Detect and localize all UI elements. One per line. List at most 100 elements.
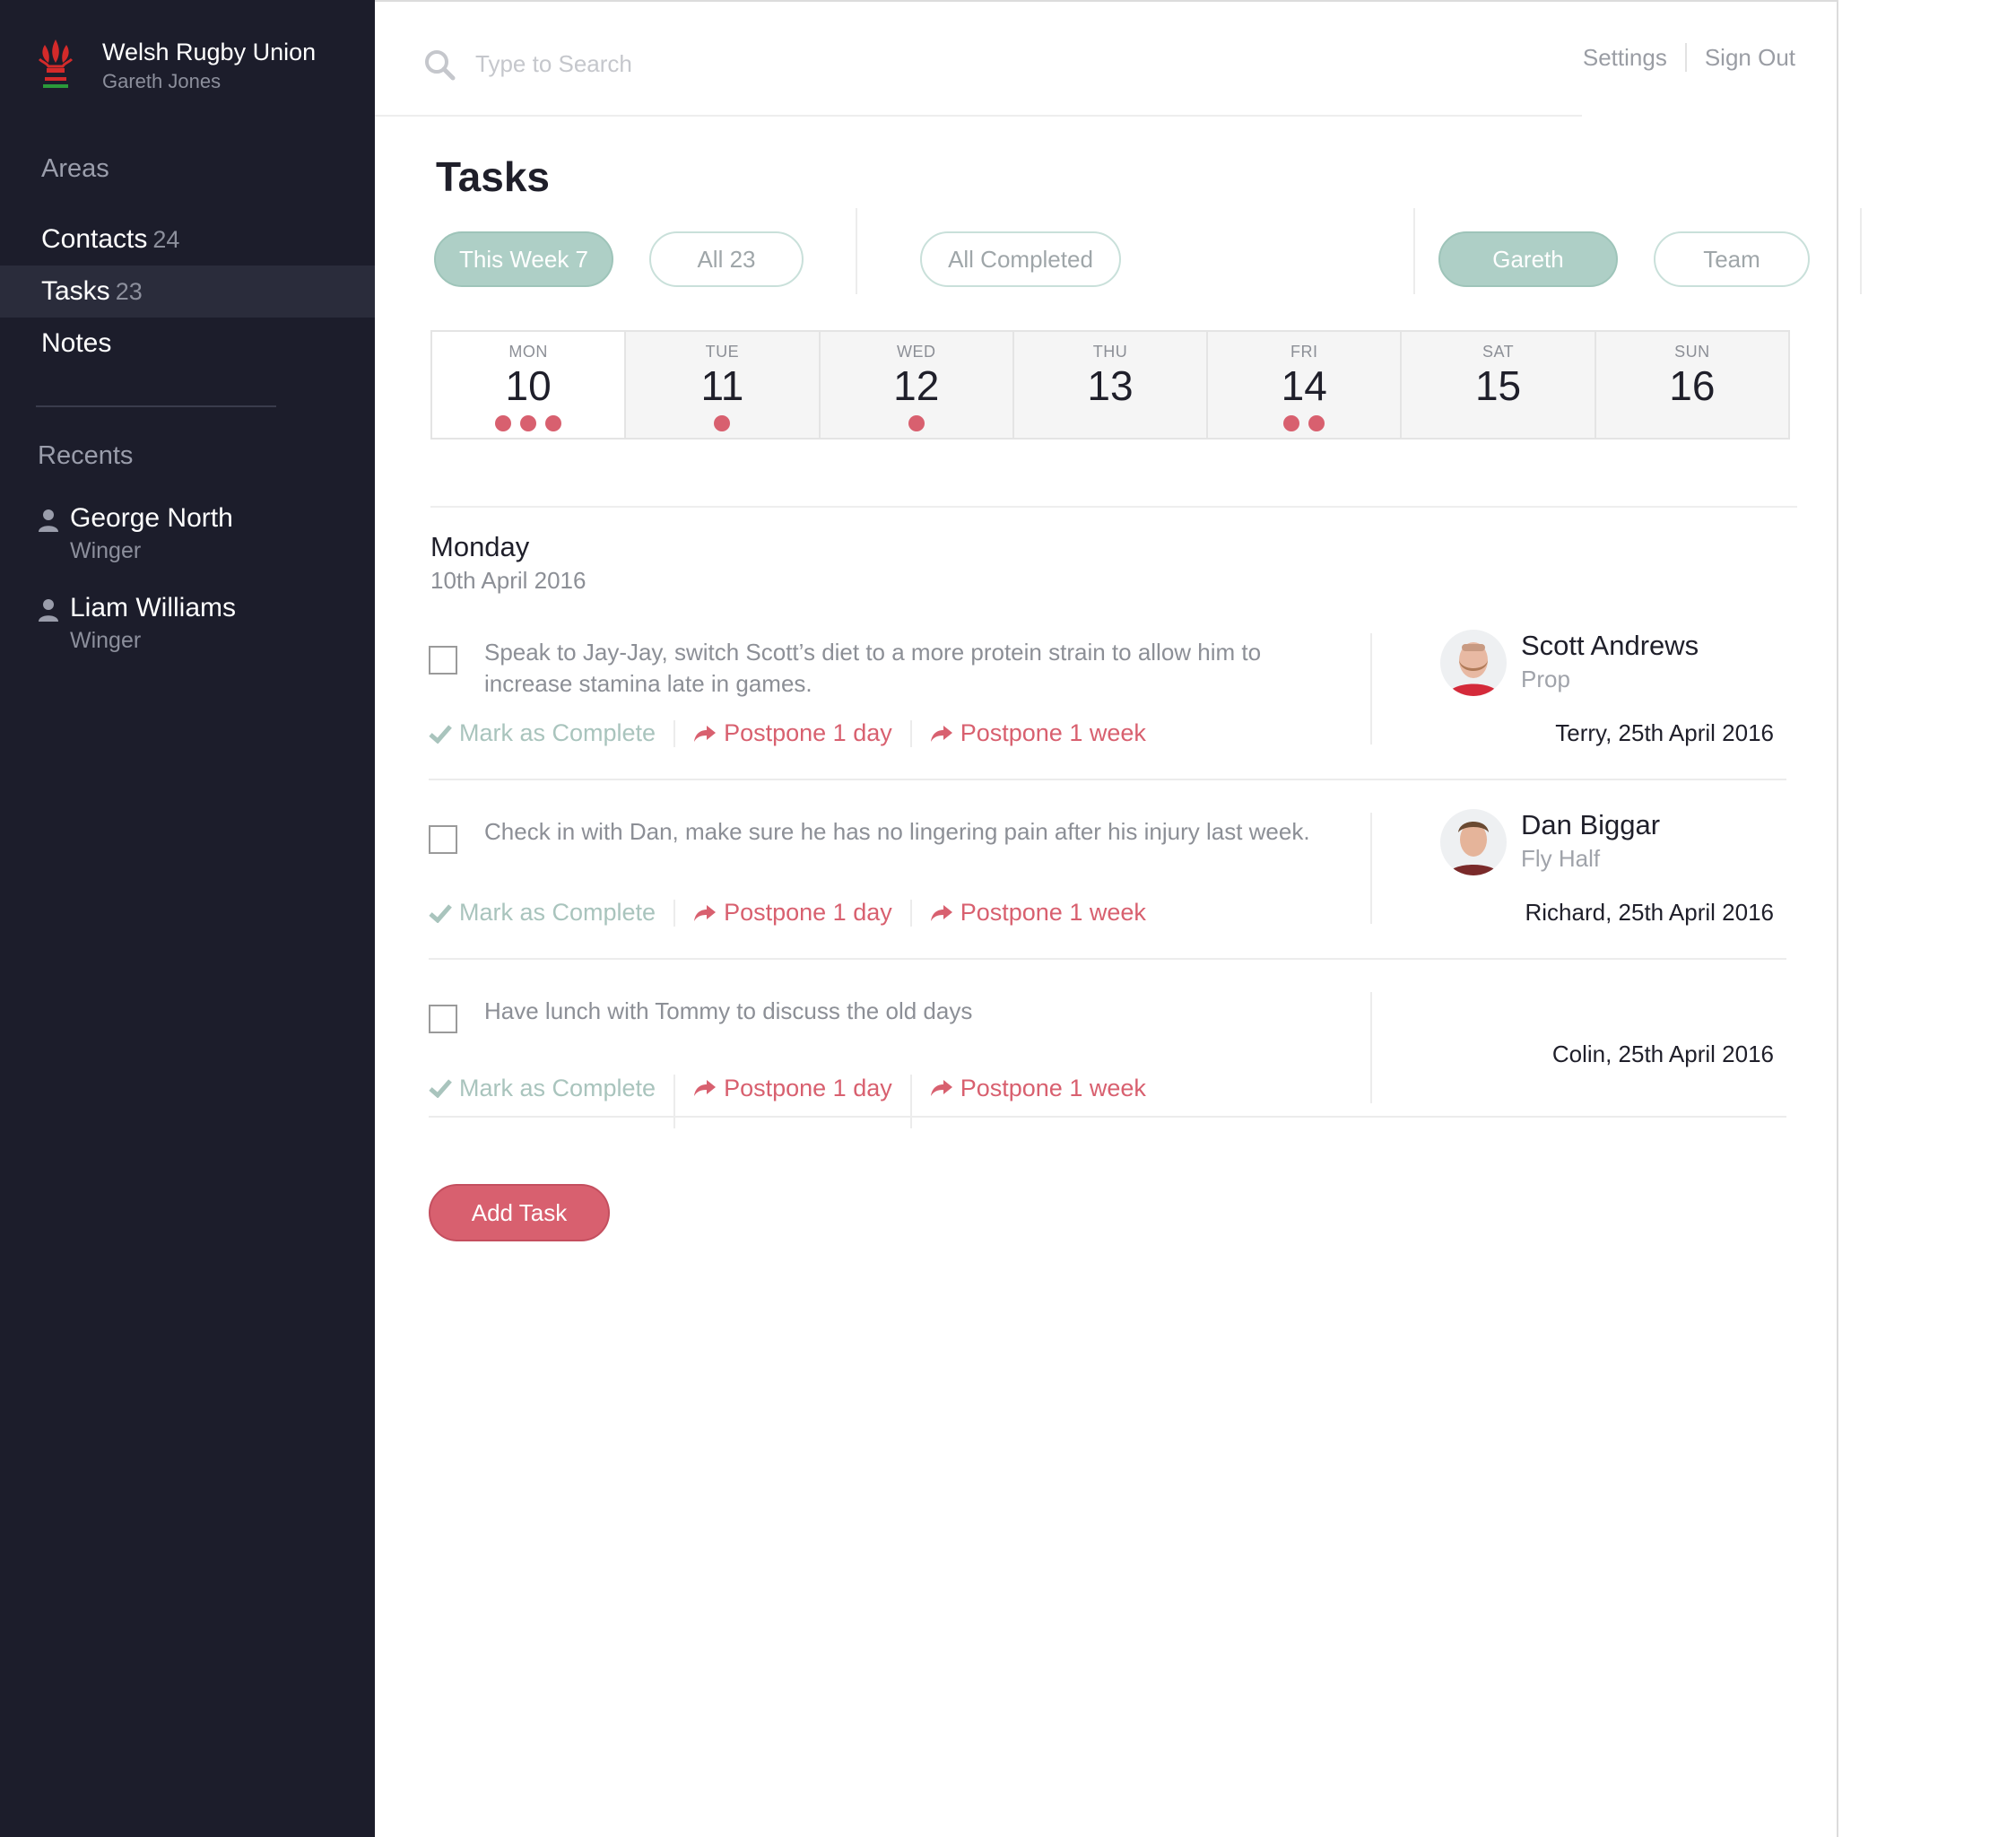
sidebar: Welsh Rugby Union Gareth Jones Areas Con… [0,0,375,1837]
task-dot [495,415,512,431]
postpone-week-label: Postpone 1 week [960,719,1146,746]
task-dot [545,415,562,431]
mark-complete-label: Mark as Complete [459,1074,656,1101]
postpone-week-button[interactable]: Postpone 1 week [930,899,1146,927]
person-icon [39,599,58,622]
sidebar-item-notes[interactable]: Notes [0,318,375,370]
day-number: 10 [505,362,552,409]
postpone-day-button[interactable]: Postpone 1 day [693,899,892,927]
filter-team-button[interactable]: Team [1654,231,1810,287]
person-role: Prop [1521,666,1570,692]
action-divider [909,1075,912,1128]
action-divider [673,1075,676,1128]
day-cell-mon[interactable]: MON 10 [432,332,625,438]
day-cell-wed[interactable]: WED 12 [818,332,1012,438]
person-name[interactable]: Dan Biggar [1521,809,1660,841]
recents-heading: Recents [38,441,134,470]
search-input[interactable] [475,45,1013,83]
filter-gareth-button[interactable]: Gareth [1438,231,1618,287]
day-cell-sun[interactable]: SUN 16 [1594,332,1788,438]
recent-name: Liam Williams [70,593,237,622]
filter-all-button[interactable]: All 23 [649,231,804,287]
recent-contact[interactable]: Liam Williams Winger [38,590,236,655]
postpone-week-button[interactable]: Postpone 1 week [930,719,1146,747]
day-cell-tue[interactable]: TUE 11 [624,332,819,438]
task-dots [432,415,624,431]
day-cell-sat[interactable]: SAT 15 [1400,332,1595,438]
action-divider [673,899,676,927]
day-cell-thu[interactable]: THU 13 [1012,332,1207,438]
recent-contact[interactable]: George North Winger [38,501,233,565]
avatar[interactable] [1440,809,1507,875]
check-icon [429,903,452,923]
postpone-day-button[interactable]: Postpone 1 day [693,719,892,747]
section-divider [430,506,1797,508]
recent-role: Winger [70,628,142,653]
avatar[interactable] [1440,630,1507,696]
recent-role: Winger [70,538,142,563]
task-actions: Mark as Complete Postpone 1 day Postpone… [429,1048,1146,1128]
day-name: THU [1092,343,1128,361]
check-icon [429,724,452,744]
day-name: MON [508,343,548,361]
share-arrow-icon [930,904,952,921]
task-dot [1283,415,1300,431]
task-assignee-date: Terry, 25th April 2016 [1555,719,1774,746]
postpone-day-label: Postpone 1 day [724,899,892,926]
task-dots [626,415,818,431]
filter-divider [856,208,857,294]
day-cell-fri[interactable]: FRI 14 [1206,332,1401,438]
sidebar-item-count: 23 [115,278,143,305]
avatar-photo [1440,809,1507,875]
sign-out-link[interactable]: Sign Out [1705,44,1795,72]
sidebar-item-contacts[interactable]: Contacts 24 [0,213,375,266]
task-text: Have lunch with Tommy to discuss the old… [484,997,973,1024]
postpone-week-label: Postpone 1 week [960,899,1146,926]
action-divider [909,899,912,927]
share-arrow-icon [694,1080,717,1096]
task-checkbox[interactable] [429,1005,457,1033]
task-dot [1308,415,1325,431]
filter-this-week-button[interactable]: This Week 7 [434,231,613,287]
day-number: 16 [1669,362,1716,409]
top-links: Settings Sign Out [1583,43,1795,72]
brand-user: Gareth Jones [102,70,222,92]
share-arrow-icon [930,725,952,742]
postpone-day-button[interactable]: Postpone 1 day [693,1075,892,1102]
day-number: 13 [1087,362,1134,409]
person-icon [39,509,58,532]
sidebar-item-label: Notes [41,328,112,358]
task-row: Have lunch with Tommy to discuss the old… [429,988,1786,1128]
postpone-week-label: Postpone 1 week [960,1074,1146,1101]
sidebar-item-label: Contacts [41,224,148,254]
wru-feathers-logo [38,39,74,88]
person-name[interactable]: Scott Andrews [1521,630,1699,662]
task-assignee-date: Richard, 25th April 2016 [1525,899,1774,926]
task-actions: Mark as Complete Postpone 1 day Postpone… [429,899,1146,927]
sidebar-item-tasks[interactable]: Tasks 23 [0,266,375,318]
day-name: SUN [1674,343,1710,361]
task-divider [1370,992,1372,1103]
postpone-week-button[interactable]: Postpone 1 week [930,1075,1146,1102]
mark-complete-button[interactable]: Mark as Complete [429,899,656,927]
task-divider [1370,633,1372,744]
task-checkbox[interactable] [429,646,457,675]
add-task-button[interactable]: Add Task [429,1184,610,1241]
task-actions: Mark as Complete Postpone 1 day Postpone… [429,719,1146,747]
main-panel: Settings Sign Out Tasks This Week 7 All … [375,0,1862,1837]
filter-divider [1413,208,1415,294]
mark-complete-button[interactable]: Mark as Complete [429,1075,656,1102]
sidebar-item-count: 24 [152,226,180,253]
week-strip: MON 10 TUE 11 WED 12 THU 13 FRI 14 SAT 15 SUN 16 [430,330,1790,440]
mark-complete-label: Mark as Complete [459,899,656,926]
task-assignee-date: Colin, 25th April 2016 [1551,1040,1774,1067]
share-arrow-icon [930,1080,952,1096]
settings-link[interactable]: Settings [1583,44,1667,72]
day-number: 14 [1281,362,1327,409]
task-checkbox[interactable] [429,825,457,854]
recent-name: George North [70,503,233,533]
task-row: Speak to Jay-Jay, switch Scott’s diet to… [429,630,1786,780]
mark-complete-button[interactable]: Mark as Complete [429,719,656,747]
postpone-day-label: Postpone 1 day [724,1074,892,1101]
filter-all-completed-button[interactable]: All Completed [920,231,1121,287]
